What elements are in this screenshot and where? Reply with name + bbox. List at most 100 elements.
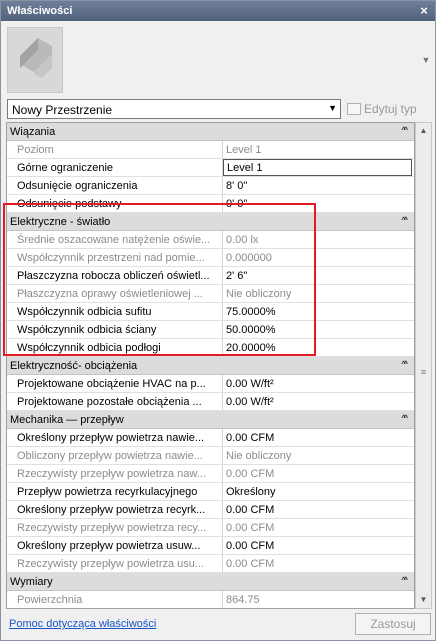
section-title: Wymiary — [10, 576, 53, 588]
edit-type-button[interactable]: Edytuj typ — [347, 99, 433, 119]
property-name: Współczynnik przestrzeni nad pomie... — [11, 249, 223, 266]
property-value[interactable]: 0.00 W/ft² — [223, 393, 414, 410]
property-value: 0.00 CFM — [226, 558, 275, 570]
help-link[interactable]: Pomoc dotycząca właściwości — [9, 618, 156, 630]
chevron-down-icon: ▼ — [328, 103, 337, 113]
property-name: Rzeczywisty przepływ powietrza usu... — [11, 555, 223, 572]
scroll-down-icon[interactable]: ▼ — [416, 592, 431, 608]
double-chevron-up-icon[interactable]: ^^ — [402, 413, 409, 423]
property-name: Projektowane obciążenie HVAC na p... — [11, 375, 223, 392]
property-value: 0.000000 — [226, 252, 272, 264]
section-title: Mechanika — przepływ — [10, 414, 124, 426]
property-name: Współczynnik odbicia podłogi — [11, 339, 223, 356]
property-name: Odsunięcie ograniczenia — [11, 177, 223, 194]
property-value[interactable]: 0.00 CFM — [223, 537, 414, 554]
property-name: Rzeczywisty przepływ powietrza recy... — [11, 519, 223, 536]
section-header[interactable]: Wiązania ^^ — [7, 123, 414, 141]
property-row: Określony przepływ powietrza nawie... 0.0… — [7, 429, 414, 447]
property-value: 864.75 — [226, 594, 260, 606]
space-preview-icon — [20, 38, 52, 78]
property-value: 0.00 lx — [226, 234, 259, 246]
property-row: Określony przepływ powietrza usuw... 0.00… — [7, 537, 414, 555]
property-row: Określony przepływ powietrza recyrk... 0.… — [7, 501, 414, 519]
property-value: Nie obliczony — [226, 288, 292, 300]
double-chevron-up-icon[interactable]: ^^ — [402, 215, 409, 225]
property-name: Poziom — [11, 141, 223, 158]
property-value[interactable]: 2' 6" — [223, 267, 414, 284]
property-row: Współczynnik odbicia podłogi 20.0000% — [7, 339, 414, 357]
property-value[interactable]: 0.00 W/ft² — [223, 375, 414, 392]
close-icon[interactable]: × — [417, 4, 431, 18]
property-name: Górne ograniczenie — [11, 159, 223, 176]
title-bar[interactable]: Właściwości × — [1, 1, 435, 21]
edit-type-icon — [347, 103, 361, 115]
property-value[interactable]: 0.00 CFM — [223, 429, 414, 446]
properties-scrollbar[interactable]: ▲ ≡ ▼ — [415, 122, 432, 609]
property-value: 0.00 CFM — [226, 522, 275, 534]
property-row: Średnie oszacowane natężenie oświe... 0.0… — [7, 231, 414, 249]
window-title: Właściwości — [7, 5, 73, 17]
property-value: 0.00 CFM — [226, 468, 275, 480]
property-row: Rzeczywisty przepływ powietrza naw... 0.0… — [7, 465, 414, 483]
property-row: Powierzchnia 864.75 — [7, 591, 414, 608]
property-row: Płaszczyzna oprawy oświetleniowej ... Nie… — [7, 285, 414, 303]
double-chevron-up-icon[interactable]: ^^ — [402, 575, 409, 585]
property-name: Współczynnik odbicia sufitu — [11, 303, 223, 320]
section-title: Elektryczne - światło — [10, 216, 111, 228]
property-value[interactable]: 75.0000% — [223, 303, 414, 320]
section-title: Wiązania — [10, 126, 56, 138]
property-value[interactable]: 0' 0" — [223, 195, 414, 212]
property-value[interactable]: 50.0000% — [223, 321, 414, 338]
property-row: Poziom Level 1 — [7, 141, 414, 159]
property-name: Powierzchnia — [11, 591, 223, 608]
apply-button[interactable]: Zastosuj — [355, 613, 431, 635]
property-name: Przepływ powietrza recyrkulacyjnego — [11, 483, 223, 500]
scroll-thumb[interactable]: ≡ — [420, 368, 427, 383]
property-name: Średnie oszacowane natężenie oświe... — [11, 231, 223, 248]
section-title: Elektryczność- obciążenia — [10, 360, 138, 372]
property-row: Współczynnik przestrzeni nad pomie... 0.0… — [7, 249, 414, 267]
property-name: Projektowane pozostałe obciążenia ... — [11, 393, 223, 410]
edit-type-label: Edytuj typ — [364, 102, 417, 116]
property-row: Obliczony przepływ powietrza nawie... Nie… — [7, 447, 414, 465]
property-name: Współczynnik odbicia ściany — [11, 321, 223, 338]
type-preview-image — [7, 27, 63, 93]
double-chevron-up-icon[interactable]: ^^ — [402, 359, 409, 369]
property-row: Współczynnik odbicia ściany 50.0000% — [7, 321, 414, 339]
property-row: Odsunięcie podstawy 0' 0" — [7, 195, 414, 213]
property-row: Projektowane obciążenie HVAC na p... 0.00… — [7, 375, 414, 393]
property-row: Przepływ powietrza recyrkulacyjnego Okreś… — [7, 483, 414, 501]
property-name: Określony przepływ powietrza recyrk... — [11, 501, 223, 518]
properties-grid: Wiązania ^^ Poziom Level 1 Górne ograniczeni… — [6, 122, 415, 609]
property-name: Rzeczywisty przepływ powietrza naw... — [11, 465, 223, 482]
type-selector-value: Nowy Przestrzenie — [12, 103, 113, 117]
scroll-up-icon[interactable]: ▲ — [416, 123, 431, 139]
property-value[interactable]: Określony — [223, 483, 414, 500]
double-chevron-up-icon[interactable]: ^^ — [402, 125, 409, 135]
section-header[interactable]: Wymiary ^^ — [7, 573, 414, 591]
property-value[interactable]: 20.0000% — [223, 339, 414, 356]
property-row: Współczynnik odbicia sufitu 75.0000% — [7, 303, 414, 321]
property-name: Określony przepływ powietrza nawie... — [11, 429, 223, 446]
property-row: Płaszczyzna robocza obliczeń oświetl... 2… — [7, 267, 414, 285]
property-value: Level 1 — [226, 144, 262, 156]
property-value[interactable]: Level 1 — [223, 159, 412, 176]
section-header[interactable]: Mechanika — przepływ ^^ — [7, 411, 414, 429]
property-row: Rzeczywisty przepływ powietrza usu... 0.0… — [7, 555, 414, 573]
property-row: Rzeczywisty przepływ powietrza recy... 0.… — [7, 519, 414, 537]
property-value[interactable]: 0.00 CFM — [223, 501, 414, 518]
properties-window: Właściwości × ▼ Nowy Przestrzenie ▼ Edyt… — [0, 0, 436, 641]
property-name: Płaszczyzna robocza obliczeń oświetl... — [11, 267, 223, 284]
property-name: Określony przepływ powietrza usuw... — [11, 537, 223, 554]
section-header[interactable]: Elektryczne - światło ^^ — [7, 213, 414, 231]
property-value: Nie obliczony — [226, 450, 292, 462]
property-row: Odsunięcie ograniczenia 8' 0" — [7, 177, 414, 195]
section-header[interactable]: Elektryczność- obciążenia ^^ — [7, 357, 414, 375]
property-name: Obliczony przepływ powietrza nawie... — [11, 447, 223, 464]
property-name: Płaszczyzna oprawy oświetleniowej ... — [11, 285, 223, 302]
property-row: Górne ograniczenie Level 1 — [7, 159, 414, 177]
chevron-down-icon[interactable]: ▼ — [421, 55, 431, 67]
type-selector-dropdown[interactable]: Nowy Przestrzenie ▼ — [7, 99, 341, 119]
property-value[interactable]: 8' 0" — [223, 177, 414, 194]
property-name: Odsunięcie podstawy — [11, 195, 223, 212]
